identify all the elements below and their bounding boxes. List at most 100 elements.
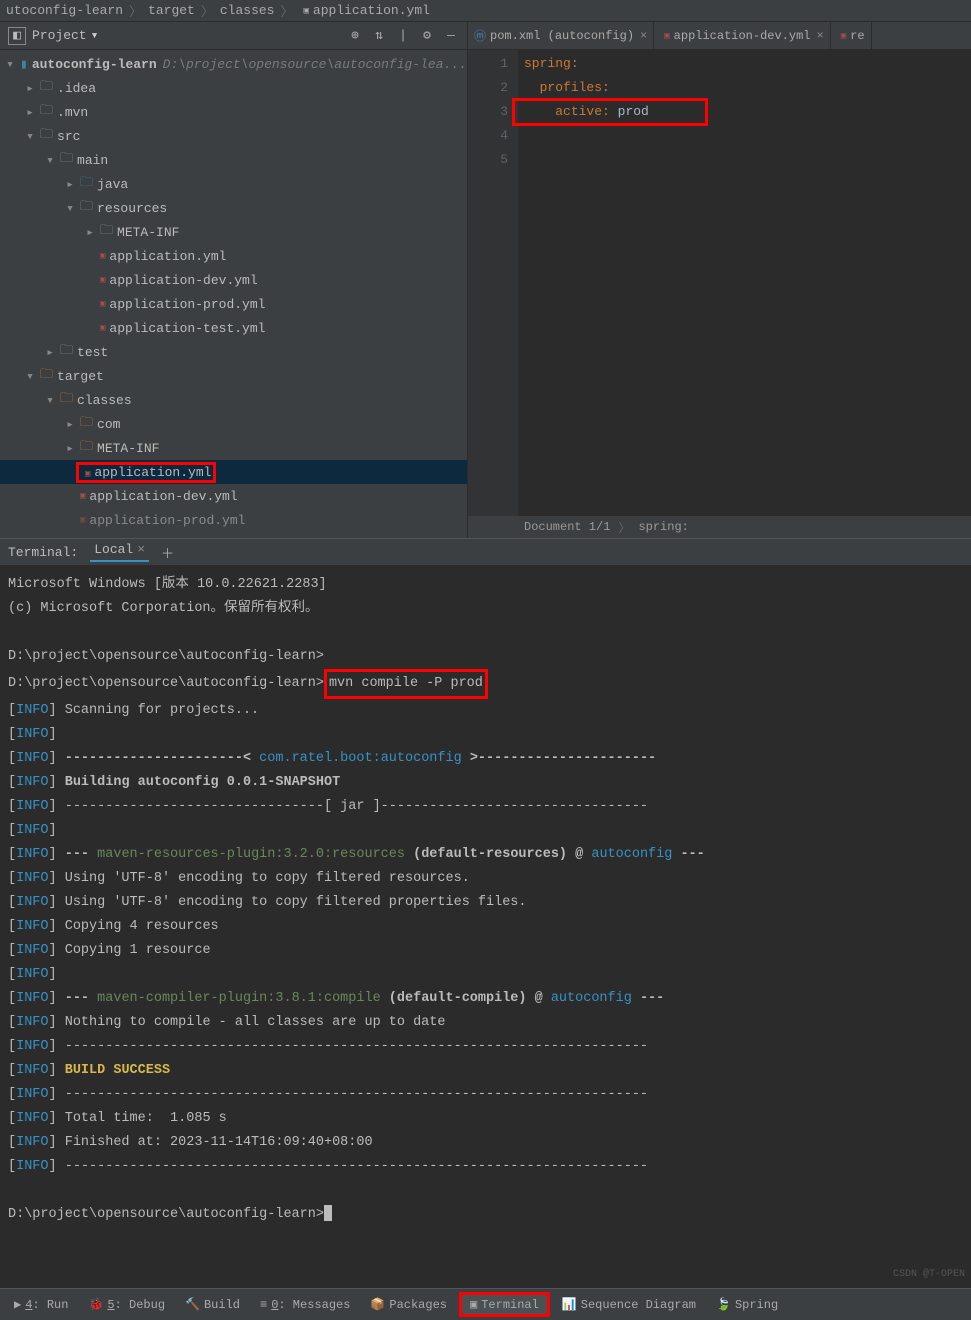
tree-item-target-application-prod-yml[interactable]: ▣application-prod.yml	[0, 508, 467, 532]
tree-item-idea[interactable]: ▸🗀.idea	[0, 76, 467, 100]
tool-window-button[interactable]: ▣Terminal	[459, 1292, 550, 1317]
chevron-right-icon[interactable]: ▸	[44, 345, 56, 360]
code-area[interactable]: spring: profiles: active: prod	[518, 50, 971, 516]
yaml-file-icon: ▣	[100, 251, 105, 261]
settings-icon[interactable]: ⚙	[419, 28, 435, 44]
breadcrumb-sep-icon: 〉	[129, 1, 142, 20]
annotation-highlight: mvn compile -P prod	[324, 669, 488, 699]
tool-window-button[interactable]: ▶4: Run	[6, 1295, 76, 1314]
maven-file-icon: ⓜ	[474, 27, 486, 44]
chevron-right-icon[interactable]: ▸	[24, 105, 36, 120]
yaml-file-icon: ▣	[304, 6, 309, 16]
excluded-folder-icon: 🗀	[80, 437, 93, 459]
project-view-icon[interactable]: ◧	[8, 27, 26, 45]
divider-icon: |	[395, 28, 411, 44]
tree-item-application-yml[interactable]: ▣application.yml	[0, 244, 467, 268]
terminal-body[interactable]: Microsoft Windows [版本 10.0.22621.2283](c…	[0, 565, 971, 1288]
folder-icon: 🗀	[40, 101, 53, 123]
resources-folder-icon: 🗀	[80, 197, 93, 219]
tool-window-button[interactable]: 📦Packages	[362, 1295, 455, 1314]
tree-item-java[interactable]: ▸🗀java	[0, 172, 467, 196]
tool-icon: 🍃	[716, 1297, 731, 1312]
tab-application-dev-yml[interactable]: ▣application-dev.yml×	[654, 22, 830, 49]
tool-window-button[interactable]: 🐞5: Debug	[80, 1295, 173, 1314]
tree-item-test[interactable]: ▸🗀test	[0, 340, 467, 364]
tool-window-button[interactable]: 🍃Spring	[708, 1295, 786, 1314]
select-target-icon[interactable]: ⊕	[347, 28, 363, 44]
annotation-highlight: ▣application.yml	[76, 462, 216, 483]
close-icon[interactable]: ×	[137, 542, 145, 557]
chevron-right-icon[interactable]: ▸	[64, 177, 76, 192]
chevron-down-icon[interactable]: ▾	[44, 393, 56, 408]
yaml-file-icon: ▣	[100, 299, 105, 309]
tree-item-mvn[interactable]: ▸🗀.mvn	[0, 100, 467, 124]
tool-window-button[interactable]: 📊Sequence Diagram	[554, 1295, 704, 1314]
tree-item-main[interactable]: ▾🗀main	[0, 148, 467, 172]
tree-item-application-test-yml[interactable]: ▣application-test.yml	[0, 316, 467, 340]
tool-icon: 📊	[562, 1297, 577, 1312]
tree-item-selected-application-yml[interactable]: ▣application.yml	[0, 460, 467, 484]
tool-window-button[interactable]: 🔨Build	[177, 1295, 248, 1314]
chevron-right-icon[interactable]: ▸	[64, 441, 76, 456]
tree-item-src[interactable]: ▾🗀src	[0, 124, 467, 148]
yaml-file-icon: ▣	[80, 515, 85, 525]
project-tool-window: ◧ Project ▾ ⊕ ⇅ | ⚙ — ▾▮autoconfig-learn…	[0, 22, 468, 538]
tree-item-meta-inf2[interactable]: ▸🗀META-INF	[0, 436, 467, 460]
line-gutter: 12345	[468, 50, 518, 516]
tab-partial[interactable]: ▣re	[831, 22, 872, 49]
excluded-folder-icon: 🗀	[80, 413, 93, 435]
tool-icon: ≡	[260, 1298, 267, 1312]
expand-all-icon[interactable]: ⇅	[371, 28, 387, 44]
tree-item-resources[interactable]: ▾🗀resources	[0, 196, 467, 220]
close-icon[interactable]: ×	[640, 29, 647, 43]
chevron-right-icon[interactable]: ▸	[64, 417, 76, 432]
breadcrumb-item[interactable]: utoconfig-learn	[6, 3, 123, 18]
chevron-right-icon[interactable]: ▸	[24, 81, 36, 96]
folder-icon: 🗀	[100, 221, 113, 243]
breadcrumb-item[interactable]: classes	[220, 3, 275, 18]
tree-root[interactable]: ▾▮autoconfig-learnD:\project\opensource\…	[0, 52, 467, 76]
terminal-title: Terminal:	[8, 545, 78, 560]
watermark: CSDN @T-OPEN	[893, 1269, 965, 1280]
excluded-folder-icon: 🗀	[40, 365, 53, 387]
yaml-file-icon: ▣	[100, 323, 105, 333]
dropdown-icon[interactable]: ▾	[91, 28, 99, 43]
tool-window-button[interactable]: ≡0: Messages	[252, 1296, 358, 1314]
tree-item-classes[interactable]: ▾🗀classes	[0, 388, 467, 412]
editor-tabs: ⓜpom.xml (autoconfig)× ▣application-dev.…	[468, 22, 971, 50]
folder-icon: 🗀	[40, 77, 53, 99]
terminal-tab-local[interactable]: Local×	[90, 542, 149, 562]
terminal-tool-window: Terminal: Local× ＋ Microsoft Windows [版本…	[0, 538, 971, 1288]
tree-item-application-dev-yml[interactable]: ▣application-dev.yml	[0, 268, 467, 292]
terminal-header: Terminal: Local× ＋	[0, 539, 971, 565]
tree-item-application-prod-yml[interactable]: ▣application-prod.yml	[0, 292, 467, 316]
tree-item-target-application-dev-yml[interactable]: ▣application-dev.yml	[0, 484, 467, 508]
tree-item-meta-inf[interactable]: ▸🗀META-INF	[0, 220, 467, 244]
hide-icon[interactable]: —	[443, 28, 459, 44]
chevron-down-icon[interactable]: ▾	[4, 57, 16, 72]
yaml-file-icon: ▣	[100, 275, 105, 285]
chevron-down-icon[interactable]: ▾	[44, 153, 56, 168]
breadcrumb-path[interactable]: spring:	[638, 520, 688, 534]
folder-icon: 🗀	[60, 149, 73, 171]
project-title[interactable]: Project	[32, 28, 87, 43]
folder-icon: 🗀	[60, 341, 73, 363]
new-session-button[interactable]: ＋	[161, 543, 174, 562]
chevron-down-icon[interactable]: ▾	[24, 129, 36, 144]
project-tree[interactable]: ▾▮autoconfig-learnD:\project\opensource\…	[0, 50, 467, 538]
close-icon[interactable]: ×	[817, 29, 824, 43]
chevron-down-icon[interactable]: ▾	[24, 369, 36, 384]
editor-panel: ⓜpom.xml (autoconfig)× ▣application-dev.…	[468, 22, 971, 538]
chevron-down-icon[interactable]: ▾	[64, 201, 76, 216]
chevron-right-icon[interactable]: ▸	[84, 225, 96, 240]
tool-icon: ▶	[14, 1297, 21, 1312]
tab-pom-xml[interactable]: ⓜpom.xml (autoconfig)×	[468, 22, 654, 49]
breadcrumb-item[interactable]: application.yml	[313, 3, 430, 18]
yaml-file-icon: ▣	[664, 31, 669, 41]
excluded-folder-icon: 🗀	[60, 389, 73, 411]
tree-item-com[interactable]: ▸🗀com	[0, 412, 467, 436]
tree-item-target[interactable]: ▾🗀target	[0, 364, 467, 388]
breadcrumb-sep-icon: 〉	[280, 1, 293, 20]
breadcrumb-item[interactable]: target	[148, 3, 195, 18]
editor-body[interactable]: 12345 spring: profiles: active: prod	[468, 50, 971, 516]
